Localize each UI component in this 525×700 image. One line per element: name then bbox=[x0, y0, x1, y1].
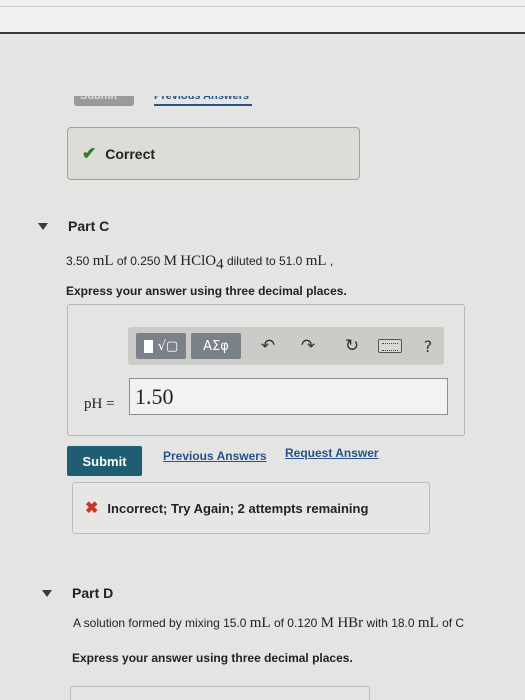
reset-icon[interactable]: ↻ bbox=[340, 333, 364, 359]
part-c-header[interactable]: Part C bbox=[38, 218, 109, 234]
feedback-correct-text: Correct bbox=[105, 145, 156, 162]
top-divider bbox=[0, 6, 525, 7]
part-c-title: Part C bbox=[68, 218, 110, 234]
feedback-incorrect-text: Incorrect; Try Again; 2 attempts remaini… bbox=[107, 500, 369, 516]
answer-panel: √▢ ΑΣφ ↶ ↷ ↻ ? pH = 1.50 bbox=[67, 304, 465, 436]
part-d-question: A solution formed by mixing 15.0 mL of 0… bbox=[73, 615, 465, 631]
previous-attempt-buttons: Submit Previous Answers bbox=[74, 96, 374, 106]
top-bar bbox=[0, 0, 525, 34]
previous-answers-link[interactable]: Previous Answers bbox=[163, 449, 267, 463]
undo-icon[interactable]: ↶ bbox=[256, 333, 280, 359]
templates-button[interactable]: √▢ bbox=[136, 333, 186, 359]
part-c-feedback: ✖ Incorrect; Try Again; 2 attempts remai… bbox=[72, 482, 430, 534]
part-d-instruction: Express your answer using three decimal … bbox=[72, 651, 353, 665]
checkmark-icon: ✔ bbox=[82, 143, 97, 163]
keyboard-icon[interactable] bbox=[378, 339, 402, 353]
collapse-triangle-icon[interactable] bbox=[42, 589, 52, 597]
part-b-feedback: ✔ Correct bbox=[67, 127, 360, 180]
greek-symbols-button[interactable]: ΑΣφ bbox=[191, 333, 241, 359]
ph-label: pH = bbox=[84, 396, 115, 412]
part-d-answer-panel bbox=[70, 686, 370, 700]
x-mark-icon: ✖ bbox=[85, 500, 99, 517]
part-c-question: 3.50 mL of 0.250 M HClO4 diluted to 51.0… bbox=[66, 253, 334, 273]
part-d-header[interactable]: Part D bbox=[42, 585, 113, 601]
part-c-instruction: Express your answer using three decimal … bbox=[66, 284, 347, 298]
submit-button[interactable]: Submit bbox=[67, 446, 142, 476]
previous-submit-button[interactable]: Submit bbox=[74, 96, 134, 106]
ph-answer-input[interactable]: 1.50 bbox=[129, 378, 448, 415]
previous-answers-link-top[interactable]: Previous Answers bbox=[154, 96, 252, 106]
help-button[interactable]: ? bbox=[416, 333, 440, 359]
part-d-title: Part D bbox=[72, 585, 114, 601]
redo-icon[interactable]: ↷ bbox=[296, 333, 320, 359]
template-box-icon bbox=[143, 339, 153, 353]
collapse-triangle-icon[interactable] bbox=[38, 222, 48, 230]
request-answer-link[interactable]: Request Answer bbox=[285, 446, 379, 460]
math-toolbar: √▢ ΑΣφ ↶ ↷ ↻ ? bbox=[128, 327, 444, 365]
sqrt-icon: √▢ bbox=[157, 338, 179, 354]
